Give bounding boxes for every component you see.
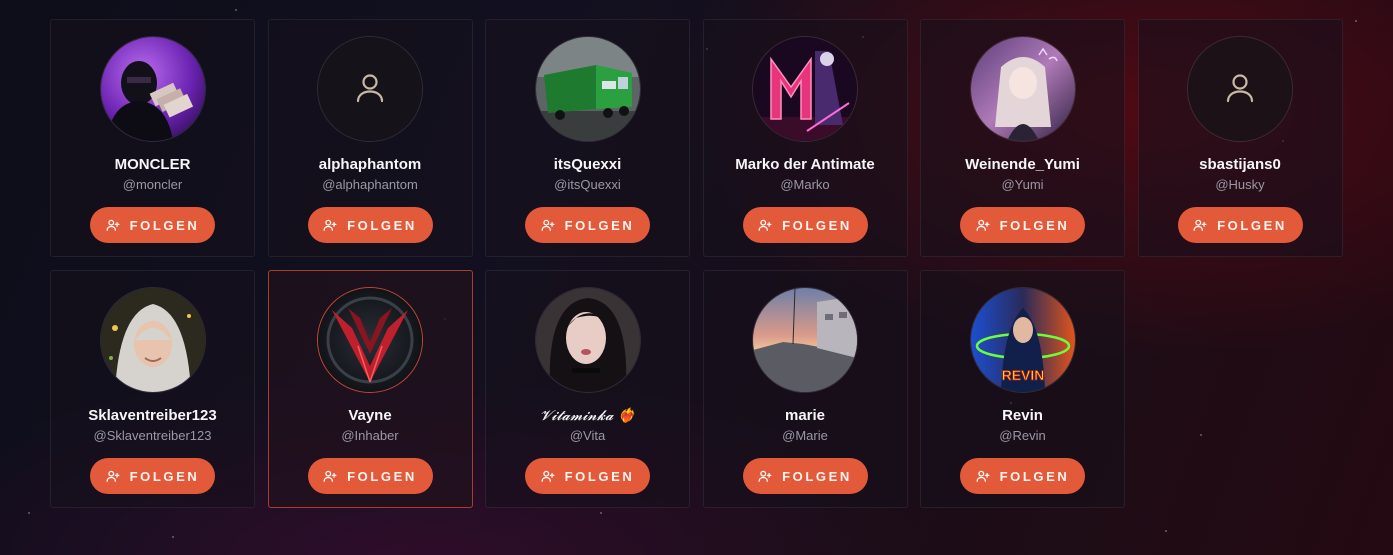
red-v-logo <box>318 288 422 392</box>
follow-label: FOLGEN <box>999 468 1070 484</box>
user-card[interactable]: marie @Marie FOLGEN <box>702 270 908 508</box>
follow-button[interactable]: FOLGEN <box>960 458 1085 494</box>
user-display-name: Marko der Antimate <box>735 156 875 173</box>
avatar[interactable] <box>317 287 423 393</box>
user-card[interactable]: alphaphantom @alphaphantom FOLGEN <box>267 19 473 257</box>
user-handle: @Husky <box>1215 177 1265 192</box>
user-display-name: Weinende_Yumi <box>965 156 1080 173</box>
follow-button[interactable]: FOLGEN <box>307 207 433 243</box>
anime-girl-art <box>970 37 1075 141</box>
user-card-highlighted[interactable]: Vayne @Inhaber FOLGEN <box>267 270 473 508</box>
user-card[interactable]: Marko der Antimate @Marko FOLGEN <box>702 19 908 257</box>
follow-label: FOLGEN <box>782 217 852 233</box>
avatar[interactable] <box>752 287 858 393</box>
user-display-name: alphaphantom <box>318 156 422 173</box>
follow-label: FOLGEN <box>564 217 635 233</box>
user-display-name: marie <box>784 407 826 424</box>
avatar[interactable] <box>99 287 206 393</box>
user-plus-icon <box>541 218 555 232</box>
user-handle: @Inhaber <box>341 428 399 443</box>
follow-button[interactable]: FOLGEN <box>960 207 1085 243</box>
user-plus-icon <box>323 469 337 483</box>
follow-label: FOLGEN <box>347 468 417 484</box>
user-plus-icon <box>106 469 120 483</box>
user-card[interactable]: sbastijans0 @Husky FOLGEN <box>1137 19 1343 257</box>
user-card[interactable]: Sklaventreiber123 @Sklaventreiber123 FOL… <box>50 270 255 508</box>
user-handle: @Marie <box>782 428 828 443</box>
follow-button[interactable]: FOLGEN <box>90 458 215 494</box>
follow-label: FOLGEN <box>782 468 852 484</box>
user-plus-icon <box>1193 218 1207 232</box>
follow-button[interactable]: FOLGEN <box>525 207 650 243</box>
follow-label: FOLGEN <box>1217 217 1287 233</box>
user-display-name: Sklaventreiber123 <box>88 407 217 424</box>
user-plus-icon <box>976 218 990 232</box>
avatar[interactable] <box>99 36 206 142</box>
woman-selfie-photo <box>535 288 640 392</box>
user-plus-icon <box>541 469 555 483</box>
user-handle: @Revin <box>999 428 1046 443</box>
user-display-name: sbastijans0 <box>1199 156 1281 173</box>
user-card[interactable]: MONCLER @moncler FOLGEN <box>50 19 255 257</box>
user-plus-icon <box>106 218 120 232</box>
user-plus-icon <box>976 469 990 483</box>
follow-label: FOLGEN <box>129 217 200 233</box>
user-card[interactable]: itsQuexxi @itsQuexxi FOLGEN <box>485 19 690 257</box>
user-display-name: itsQuexxi <box>553 156 622 173</box>
follow-button[interactable]: FOLGEN <box>742 207 868 243</box>
user-handle: @Sklaventreiber123 <box>93 428 212 443</box>
follow-label: FOLGEN <box>129 468 200 484</box>
user-handle: @Yumi <box>1001 177 1044 192</box>
revin-logo-text: REVIN <box>1001 367 1044 383</box>
avatar[interactable] <box>1187 36 1293 142</box>
user-plus-icon <box>323 218 337 232</box>
user-handle: @moncler <box>122 177 183 192</box>
user-grid: MONCLER @moncler FOLGEN alphaphantom @al… <box>50 19 1343 508</box>
user-card[interactable]: REVIN Revin @Revin FOLGEN <box>920 270 1125 508</box>
user-handle: @itsQuexxi <box>554 177 621 192</box>
user-display-name: MONCLER <box>114 156 191 173</box>
avatar[interactable] <box>969 36 1076 142</box>
avatar[interactable] <box>752 36 858 142</box>
avatar[interactable] <box>317 36 423 142</box>
user-card[interactable]: Weinende_Yumi @Yumi FOLGEN <box>920 19 1125 257</box>
follow-button[interactable]: FOLGEN <box>742 458 868 494</box>
sunset-street-photo <box>753 288 857 392</box>
follow-button[interactable]: FOLGEN <box>525 458 650 494</box>
follow-button[interactable]: FOLGEN <box>307 458 433 494</box>
follow-button[interactable]: FOLGEN <box>90 207 215 243</box>
user-plus-icon <box>758 218 772 232</box>
user-plus-icon <box>758 469 772 483</box>
follow-label: FOLGEN <box>999 217 1070 233</box>
user-placeholder-icon <box>1188 37 1292 141</box>
neon-m-logo <box>753 37 857 141</box>
follow-label: FOLGEN <box>564 468 635 484</box>
user-display-name: 𝓥𝓲𝓽𝓪𝓶𝓲𝓷𝓴𝓪 ❤️‍🔥 <box>539 408 636 424</box>
masked-man-money-photo <box>100 37 205 141</box>
user-handle: @Marko <box>780 177 830 192</box>
revin-logo: REVIN <box>970 288 1075 392</box>
user-card[interactable]: 𝓥𝓲𝓽𝓪𝓶𝓲𝓷𝓴𝓪 ❤️‍🔥 @Vita FOLGEN <box>485 270 690 508</box>
user-display-name: Vayne <box>348 407 392 424</box>
user-handle: @alphaphantom <box>322 177 418 192</box>
user-display-name: Revin <box>1002 407 1043 424</box>
avatar[interactable] <box>534 36 641 142</box>
user-placeholder-icon <box>318 37 422 141</box>
follow-button[interactable]: FOLGEN <box>1177 207 1303 243</box>
follow-label: FOLGEN <box>347 217 417 233</box>
user-handle: @Vita <box>569 428 606 443</box>
avatar[interactable] <box>534 287 641 393</box>
hooded-person-photo <box>100 288 205 392</box>
avatar[interactable]: REVIN <box>969 287 1076 393</box>
green-truck-photo <box>535 37 640 141</box>
